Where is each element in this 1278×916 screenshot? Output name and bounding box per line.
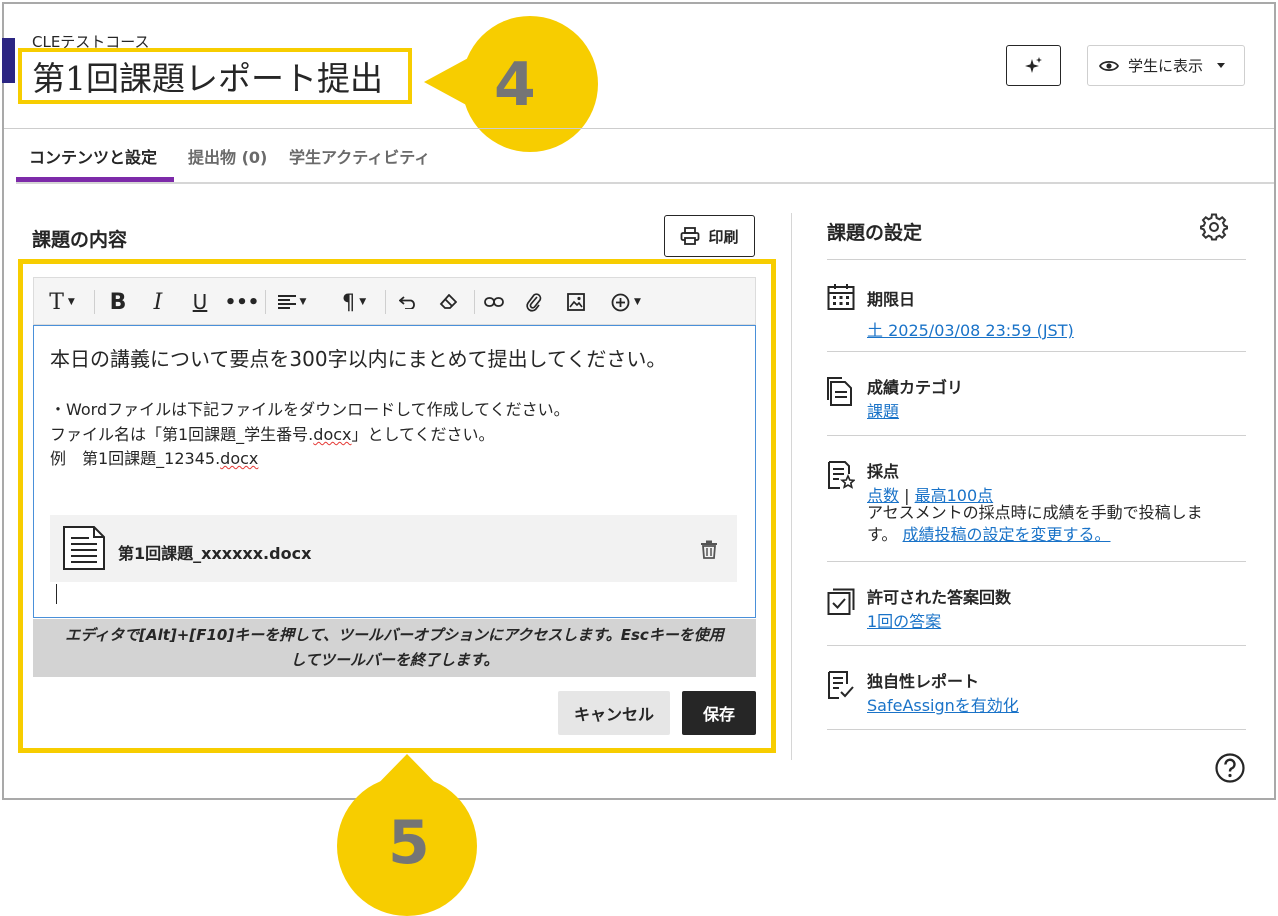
grading-icon [828,461,855,489]
ai-assist-button[interactable] [1006,45,1061,86]
link-icon[interactable] [478,278,510,326]
settings-divider [827,561,1246,562]
tab-divider [16,182,1274,184]
document-file-icon [63,526,105,570]
safeassign-link[interactable]: SafeAssignを有効化 [867,692,1019,716]
caret-down-icon [1217,62,1226,68]
undo-icon[interactable] [392,278,424,326]
due-date-label: 期限日 [867,290,916,309]
settings-divider [827,351,1246,352]
course-color-bar [2,38,15,83]
visibility-label: 学生に表示 [1128,57,1204,75]
editor-keyboard-hint: エディタで[Alt]+[F10]キーを押して、ツールバーオプションにアクセスしま… [33,619,756,677]
change-grade-posting-link[interactable]: 成績投稿の設定を変更する。 [903,525,1111,544]
paragraph-dropdown[interactable]: ¶ ▼ [334,278,374,326]
editor-paragraph-3: ファイル名は「第1回課題_学生番号.docx」としてください。 [50,425,495,444]
settings-section-title: 課題の設定 [827,222,923,244]
callout-5-number: 5 [388,808,430,878]
tab-submissions[interactable]: 提出物 (0) [188,144,267,168]
paragraph-icon: ¶ [341,290,356,314]
grade-category-link[interactable]: 課題 [867,398,899,422]
more-formatting-icon[interactable]: ••• [225,278,260,326]
page-title[interactable]: 第1回課題レポート提出 [32,52,383,100]
text-style-icon: T [49,289,64,315]
save-button[interactable]: 保存 [682,691,756,735]
plus-circle-icon [611,293,630,311]
originality-report-label: 独自性レポート [867,672,980,691]
visibility-dropdown[interactable]: 学生に表示 [1087,45,1245,86]
sparkle-icon [1024,56,1042,73]
originality-report-icon [828,671,854,699]
eraser-icon[interactable] [432,278,464,326]
grading-label: 採点 [867,462,900,481]
grade-category-icon [827,377,852,406]
printer-icon [681,227,700,245]
gear-icon[interactable] [1200,213,1228,241]
tab-content-settings[interactable]: コンテンツと設定 [29,144,157,168]
editor-paragraph-4: 例 第1回課題_12345.docx [50,449,259,468]
print-label: 印刷 [708,227,739,246]
underline-icon[interactable]: U [184,278,216,326]
header-divider [4,128,1274,129]
settings-divider [827,259,1246,260]
content-section-title: 課題の内容 [32,229,128,251]
align-dropdown[interactable]: ▼ [272,278,312,326]
callout-4-number: 4 [494,50,536,120]
grade-category-label: 成績カテゴリ [867,378,964,397]
attempts-label: 許可された答案回数 [867,588,1012,607]
attachment-filename[interactable]: 第1回課題_xxxxxx.docx [118,540,311,564]
eye-icon [1099,60,1119,71]
settings-divider [827,729,1246,730]
align-left-icon [277,295,296,309]
bold-icon[interactable]: B [102,278,134,326]
attach-file-icon[interactable] [518,278,550,326]
column-divider [791,213,792,760]
calendar-icon [827,284,855,310]
due-date-link[interactable]: 土 2025/03/08 23:59 (JST) [867,317,1074,341]
trash-icon[interactable] [700,540,718,559]
cancel-button[interactable]: キャンセル [558,691,670,735]
italic-icon[interactable]: I [142,278,174,326]
text-cursor [56,584,57,604]
tab-student-activity[interactable]: 学生アクティビティ [289,144,430,168]
editor-paragraph-1: 本日の講義について要点を300字以内にまとめて提出してください。 [50,347,667,371]
help-icon[interactable] [1214,752,1246,784]
settings-divider [827,435,1246,436]
editor-toolbar: T ▼ B I U ••• ▼ ¶ ▼ ▼ [33,277,756,325]
attempts-link[interactable]: 1回の答案 [867,608,941,632]
editor-paragraph-2: ・Wordファイルは下記ファイルをダウンロードして作成してください。 [50,400,570,419]
attempts-icon [827,588,855,615]
settings-divider [827,645,1246,646]
grading-note: アセスメントの採点時に成績を手動で投稿します。 成績投稿の設定を変更する。 [867,503,1203,544]
print-button[interactable]: 印刷 [664,215,755,257]
text-style-dropdown[interactable]: T ▼ [42,278,82,326]
insert-content-dropdown[interactable]: ▼ [604,278,648,326]
insert-image-icon[interactable] [560,278,592,326]
